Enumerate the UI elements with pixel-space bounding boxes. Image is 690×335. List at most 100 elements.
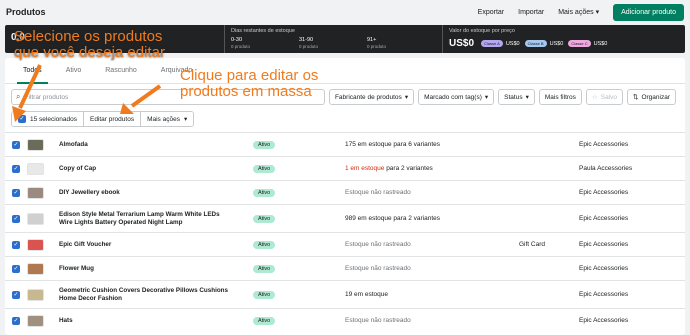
bulk-more-actions-button[interactable]: Mais ações ▾: [141, 112, 194, 126]
product-name[interactable]: Epic Gift Voucher: [59, 241, 229, 249]
product-name[interactable]: Copy of Cap: [59, 165, 229, 173]
product-name[interactable]: Edison Style Metal Terrarium Lamp Warm W…: [59, 211, 229, 227]
table-row[interactable]: ✓ Almofada Ativo 175 em estoque para 6 v…: [5, 132, 685, 156]
vendor-filter[interactable]: Fabricante de produtos ▾: [328, 89, 415, 105]
product-vendor: Epic Accessories: [579, 215, 629, 222]
annotation-select-products: Selecione os produtos que você deseja ed…: [14, 29, 165, 61]
product-list: ✓ Almofada Ativo 175 em estoque para 6 v…: [5, 132, 685, 332]
range-row: 0-30 0 produto 31-90 0 produto 91+ 0 pro…: [231, 37, 436, 49]
product-name[interactable]: Hats: [59, 317, 229, 325]
inventory-value: 175 em estoque para 6 variantes: [345, 141, 441, 148]
annotation-line: produtos em massa: [180, 83, 312, 100]
stat-days-remaining: Dias restantes de estoque 0-30 0 produto…: [225, 25, 443, 53]
class-b-chip: Classe B: [524, 40, 547, 47]
product-name[interactable]: DIY Jewellery ebook: [59, 189, 229, 197]
bulk-more-actions-label: Mais ações: [147, 115, 180, 123]
row-checkbox[interactable]: ✓: [12, 316, 20, 325]
tab-draft[interactable]: Rascunho: [93, 58, 149, 84]
tags-filter[interactable]: Marcado com tag(s) ▾: [418, 89, 495, 105]
annotation-line: Clique para editar os: [180, 67, 319, 84]
product-name[interactable]: Geometric Cushion Covers Decorative Pill…: [59, 287, 229, 303]
status-badge: Ativo: [253, 316, 276, 325]
sort-icon: ⇅: [633, 94, 639, 101]
table-row[interactable]: ✓ Edison Style Metal Terrarium Lamp Warm…: [5, 204, 685, 232]
chevron-down-icon: ▾: [484, 94, 489, 101]
select-all-control[interactable]: ✓ 15 selecionados: [12, 112, 84, 126]
row-checkbox[interactable]: ✓: [12, 264, 20, 273]
search-icon: ⌕: [16, 92, 21, 101]
inventory-text: 19 em estoque: [345, 291, 389, 298]
status-badge: Ativo: [253, 264, 276, 273]
range-label: 91+: [367, 37, 377, 43]
top-bar: Produtos Exportar Importar Mais ações ▾ …: [0, 0, 690, 24]
range-value: 0 produto: [367, 44, 387, 49]
stat-value-label: Valor do estoque por preço: [449, 28, 515, 34]
inventory-text: Estoque não rastreado: [345, 241, 411, 248]
save-filter-button[interactable]: ☆ Salvo: [585, 89, 623, 105]
stat-inventory-value: Valor do estoque por preço US$0 Classe A…: [443, 25, 685, 53]
row-checkbox[interactable]: ✓: [12, 188, 20, 197]
filters-bar: ⌕ Filtrar produtos Fabricante de produto…: [11, 89, 676, 105]
chevron-down-icon: ▾: [525, 94, 529, 101]
tab-all[interactable]: Todos: [11, 58, 54, 84]
range-31-90: 31-90 0 produto: [299, 37, 367, 49]
sort-button[interactable]: ⇅ Organizar: [627, 89, 676, 105]
product-name[interactable]: Flower Mug: [59, 265, 229, 273]
class-c-value: US$0: [593, 40, 608, 47]
class-a-value: US$0: [505, 40, 520, 47]
product-name[interactable]: Almofada: [59, 141, 229, 149]
vendor-filter-label: Fabricante de produtos: [334, 93, 402, 101]
add-product-button[interactable]: Adicionar produto: [613, 3, 684, 21]
status-filter-label: Status: [504, 93, 523, 101]
stat-days-label: Dias restantes de estoque: [231, 28, 295, 34]
table-row[interactable]: ✓ Epic Gift Voucher Ativo Estoque não ra…: [5, 232, 685, 256]
stat-value-total: US$0: [449, 38, 475, 49]
row-checkbox[interactable]: ✓: [12, 164, 20, 173]
more-actions-label: Mais ações: [558, 8, 594, 16]
product-vendor: Epic Accessories: [579, 141, 629, 148]
product-vendor: Paula Accessories: [579, 165, 633, 172]
product-thumbnail: [27, 138, 44, 151]
status-badge: Ativo: [253, 188, 276, 197]
export-button[interactable]: Exportar: [478, 9, 504, 16]
more-actions-button[interactable]: Mais ações ▾: [558, 8, 600, 17]
table-row[interactable]: ✓ Copy of Cap Ativo 1 em estoque para 2 …: [5, 156, 685, 180]
table-row[interactable]: ✓ Geometric Cushion Covers Decorative Pi…: [5, 280, 685, 308]
edit-products-button[interactable]: Editar produtos: [83, 112, 142, 126]
product-type: Gift Card: [519, 241, 546, 248]
row-checkbox[interactable]: ✓: [12, 290, 20, 299]
chevron-down-icon: ▾: [404, 94, 409, 101]
product-thumbnail: [27, 162, 44, 175]
table-row[interactable]: ✓ Hats Ativo Estoque não rastreado Epic …: [5, 308, 685, 332]
range-value: 0 produto: [231, 44, 251, 49]
inventory-text: 989 em estoque para 2 variantes: [345, 215, 441, 222]
bulk-actions-bar: ✓ 15 selecionados Editar produtos Mais a…: [11, 111, 195, 127]
sort-label: Organizar: [641, 93, 670, 101]
row-checkbox[interactable]: ✓: [12, 240, 20, 249]
product-vendor: Epic Accessories: [579, 241, 629, 248]
inventory-text: 175 em estoque para 6 variantes: [345, 141, 440, 148]
row-checkbox[interactable]: ✓: [12, 140, 20, 149]
range-label: 0-30: [231, 37, 243, 43]
table-row[interactable]: ✓ Flower Mug Ativo Estoque não rastreado…: [5, 256, 685, 280]
status-filter[interactable]: Status ▾: [498, 89, 535, 105]
range-91-plus: 91+ 0 produto: [367, 37, 435, 49]
status-badge: Ativo: [253, 240, 276, 249]
header-actions: Exportar Importar Mais ações ▾ Adicionar…: [478, 3, 684, 21]
tags-filter-label: Marcado com tag(s): [424, 93, 482, 101]
row-checkbox[interactable]: ✓: [12, 214, 20, 223]
tab-active[interactable]: Ativo: [54, 58, 94, 84]
inventory-suffix: para 2 variantes: [384, 165, 433, 172]
import-button[interactable]: Importar: [518, 9, 544, 16]
class-b-value: US$0: [549, 40, 564, 47]
annotation-line: Selecione os produtos: [14, 28, 163, 45]
select-all-checkbox[interactable]: ✓: [18, 115, 26, 123]
search-placeholder: Filtrar produtos: [24, 93, 69, 101]
product-thumbnail: [27, 186, 44, 199]
chevron-down-icon: ▾: [595, 9, 600, 16]
value-row: US$0 Classe A US$0 Classe B US$0 Classe …: [449, 38, 679, 49]
table-row[interactable]: ✓ DIY Jewellery ebook Ativo Estoque não …: [5, 180, 685, 204]
more-filters-button[interactable]: Mais filtros: [538, 89, 582, 105]
status-badge: Ativo: [253, 140, 276, 149]
product-vendor: Epic Accessories: [579, 265, 629, 272]
